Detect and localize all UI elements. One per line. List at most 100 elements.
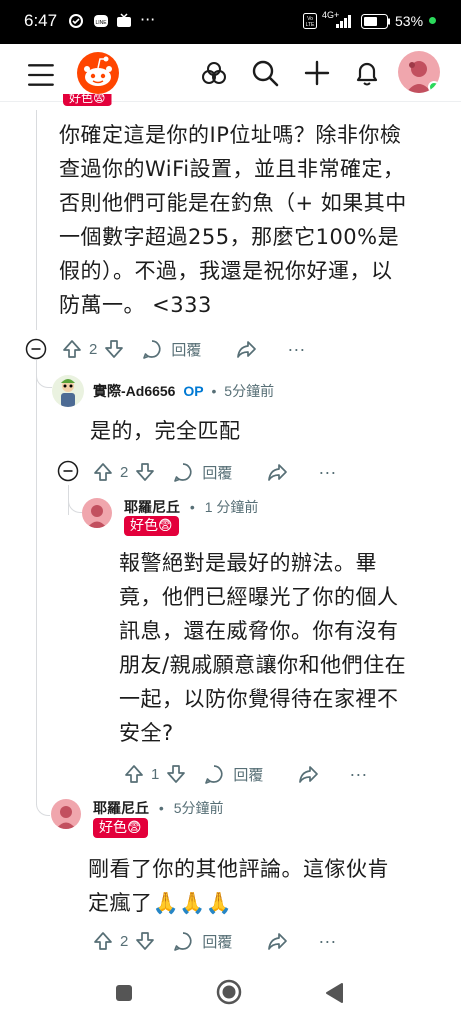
vote-count: 1: [151, 765, 160, 783]
battery-percent: 53%: [395, 13, 424, 29]
flair-badge: 好色😨: [93, 818, 148, 838]
author-name[interactable]: 實際-Ad6656: [93, 383, 175, 399]
upvote-icon[interactable]: [123, 763, 145, 785]
svg-text:LINE: LINE: [95, 20, 107, 26]
comment-line: 假的）。不過，我還是祝你好運，以: [59, 259, 393, 283]
downvote-icon[interactable]: [165, 763, 187, 785]
thread-connector-c4: [36, 780, 50, 816]
home-icon[interactable]: [216, 979, 242, 1005]
share-icon[interactable]: [235, 338, 257, 360]
collapse-thread-icon[interactable]: [57, 460, 79, 482]
comment-line: 安全?: [119, 721, 174, 745]
collapse-thread-icon[interactable]: [25, 338, 47, 360]
reddit-logo[interactable]: [76, 51, 120, 95]
app-header: [0, 44, 461, 102]
comment-actions: 2 回覆 ···: [92, 928, 336, 954]
reply-button[interactable]: 回覆: [202, 931, 232, 952]
comment-line: 定瘋了🙏🙏🙏: [88, 891, 233, 915]
avatar[interactable]: [51, 799, 81, 829]
reply-button[interactable]: 回覆: [171, 339, 201, 360]
thread-connector-c3: [68, 485, 82, 513]
downvote-icon[interactable]: [134, 461, 156, 483]
thread-line-level1b: [36, 360, 37, 805]
downvote-icon[interactable]: [134, 930, 156, 952]
recent-apps-icon[interactable]: [115, 984, 133, 1002]
vote-count: 2: [120, 463, 129, 481]
more-options-icon[interactable]: ···: [318, 931, 336, 952]
comment-actions: 2 回覆 ···: [61, 336, 305, 362]
user-avatar-icon: [56, 806, 76, 829]
user-avatar-icon: [87, 505, 107, 528]
comment-meta: 耶羅尼丘 • 5分鐘前: [93, 798, 223, 818]
flair-badge: 好色😨: [124, 516, 179, 536]
line-app-icon: LINE: [94, 15, 108, 27]
more-options-icon[interactable]: ···: [318, 462, 336, 483]
comment-actions: 1 回覆 ···: [123, 761, 367, 787]
notifications-bell-icon[interactable]: [352, 58, 382, 88]
status-time: 6:47: [24, 11, 58, 30]
signal-icon: [336, 15, 351, 28]
upvote-icon[interactable]: [92, 461, 114, 483]
more-notifications-icon: ···: [140, 10, 156, 29]
author-name[interactable]: 耶羅尼丘: [93, 800, 149, 816]
svg-text:LTE: LTE: [306, 22, 315, 28]
reply-bubble-icon[interactable]: [203, 763, 225, 785]
hamburger-menu-icon[interactable]: [27, 60, 57, 90]
upvote-icon[interactable]: [61, 338, 83, 360]
comment-line: 竟，他們已經曝光了你的個人: [119, 585, 399, 609]
op-badge: OP: [183, 383, 204, 399]
search-icon[interactable]: [250, 58, 280, 88]
upvote-icon[interactable]: [92, 930, 114, 952]
comment-line: 防萬一。 <333: [59, 293, 212, 317]
comment-meta: 耶羅尼丘 • 1 分鐘前: [124, 497, 258, 517]
reply-bubble-icon[interactable]: [172, 930, 194, 952]
comment-line: 朋友/親戚願意讓你和他們住在: [119, 653, 407, 677]
share-icon[interactable]: [297, 763, 319, 785]
comment-actions: 2 回覆 ···: [92, 459, 336, 485]
comment-line: 報警絕對是最好的辦法。畢: [119, 551, 377, 575]
comment-body: 是的，完全匹配: [90, 419, 241, 443]
create-post-icon[interactable]: [302, 58, 332, 88]
author-name[interactable]: 耶羅尼丘: [124, 499, 180, 515]
meta-separator: •: [158, 800, 164, 816]
downvote-icon[interactable]: [103, 338, 125, 360]
status-bar: 6:47 LINE ··· Vo LTE 4G+ 53%: [0, 0, 461, 44]
system-nav-bar: [0, 968, 461, 1024]
share-icon[interactable]: [266, 930, 288, 952]
comment-line: 你確定這是你的IP位址嗎？除非你檢: [59, 123, 402, 147]
comment-body: 剛看了你的其他評論。這傢伙肯 定瘋了🙏🙏🙏: [88, 852, 448, 920]
avatar[interactable]: [52, 375, 84, 407]
vote-count: 2: [89, 340, 98, 358]
timestamp: 1 分鐘前: [204, 499, 259, 515]
comment-line: 查過你的WiFi設置，並且非常確定，: [59, 157, 405, 181]
op-avatar-icon: [61, 379, 75, 407]
notification-icon-1: [69, 14, 83, 28]
more-options-icon[interactable]: ···: [287, 339, 305, 360]
thread-line-level1: [36, 110, 37, 330]
comment-line: 一起，以防你覺得待在家裡不: [119, 687, 399, 711]
user-avatar[interactable]: [398, 51, 440, 93]
reply-button[interactable]: 回覆: [233, 764, 263, 785]
share-icon[interactable]: [266, 461, 288, 483]
communities-icon[interactable]: [199, 58, 229, 88]
meta-separator: •: [189, 499, 195, 515]
comment-meta: 實際-Ad6656 OP • 5分鐘前: [93, 381, 274, 401]
comment-line: 剛看了你的其他評論。這傢伙肯: [88, 857, 389, 881]
vote-count: 2: [120, 932, 129, 950]
timestamp: 5分鐘前: [224, 383, 275, 399]
more-options-icon[interactable]: ···: [349, 764, 367, 785]
reply-bubble-icon[interactable]: [172, 461, 194, 483]
reply-button[interactable]: 回覆: [202, 462, 232, 483]
battery-icon: [361, 14, 390, 29]
comment-line: 訊息，還在威脅你。你有沒有: [119, 619, 399, 643]
back-icon[interactable]: [324, 982, 344, 1004]
meta-separator: •: [211, 383, 217, 399]
thread-connector-c2: [36, 362, 52, 388]
comment-body: 你確定這是你的IP位址嗎？除非你檢 查過你的WiFi設置，並且非常確定， 否則他…: [59, 118, 439, 322]
reply-bubble-icon[interactable]: [141, 338, 163, 360]
comment-body: 報警絕對是最好的辦法。畢 竟，他們已經曝光了你的個人 訊息，還在威脅你。你有沒有…: [119, 546, 449, 750]
comment-line: 一個數字超過255，那麼它100%是: [59, 225, 400, 249]
avatar[interactable]: [82, 498, 112, 528]
tv-icon: [117, 13, 131, 27]
green-dot-icon: [429, 17, 436, 24]
